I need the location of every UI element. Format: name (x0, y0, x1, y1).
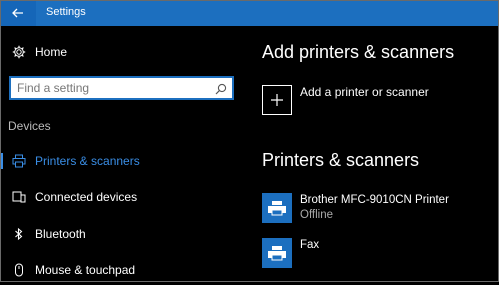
sidebar-item-home[interactable]: Home (0, 37, 248, 67)
back-button[interactable] (0, 0, 36, 26)
sidebar-item-bluetooth[interactable]: Bluetooth (0, 219, 248, 249)
sidebar-item-label: Bluetooth (35, 227, 86, 241)
list-item[interactable]: Fax (262, 238, 492, 268)
device-name: Brother MFC-9010CN Printer (300, 194, 449, 206)
printer-icon (262, 193, 292, 223)
device-name: Fax (300, 239, 320, 251)
main-panel: Add printers & scanners Add a printer or… (248, 26, 499, 282)
back-arrow-icon (12, 8, 23, 18)
sidebar-home-label: Home (35, 45, 68, 59)
search-box[interactable] (9, 76, 234, 100)
plus-icon (262, 85, 292, 115)
sidebar: Home Devices Printers & scanners (0, 26, 248, 282)
section-label-devices: Devices (8, 119, 51, 133)
bluetooth-icon (11, 226, 27, 242)
title-bar: Settings (0, 0, 499, 26)
search-input[interactable] (17, 80, 207, 96)
sidebar-item-label: Connected devices (35, 190, 138, 204)
printers-list-heading: Printers & scanners (262, 150, 420, 170)
add-printer-button[interactable]: Add a printer or scanner (262, 84, 492, 116)
search-icon[interactable] (215, 82, 227, 100)
add-printer-label: Add a printer or scanner (300, 85, 429, 99)
sidebar-item-mouse-touchpad[interactable]: Mouse & touchpad (0, 255, 248, 285)
connected-devices-icon (11, 189, 27, 205)
sidebar-item-label: Printers & scanners (35, 154, 140, 168)
sidebar-item-connected-devices[interactable]: Connected devices (0, 182, 248, 212)
device-status: Offline (300, 209, 334, 221)
sidebar-item-printers-scanners[interactable]: Printers & scanners (0, 146, 248, 176)
printer-icon (11, 153, 27, 169)
add-printers-heading: Add printers & scanners (262, 42, 455, 62)
sidebar-item-label: Mouse & touchpad (35, 263, 136, 277)
gear-icon (11, 44, 27, 60)
list-item[interactable]: Brother MFC-9010CN Printer Offline (262, 193, 492, 223)
fax-icon (262, 238, 292, 268)
mouse-icon (11, 262, 27, 278)
window-title: Settings (46, 6, 86, 18)
